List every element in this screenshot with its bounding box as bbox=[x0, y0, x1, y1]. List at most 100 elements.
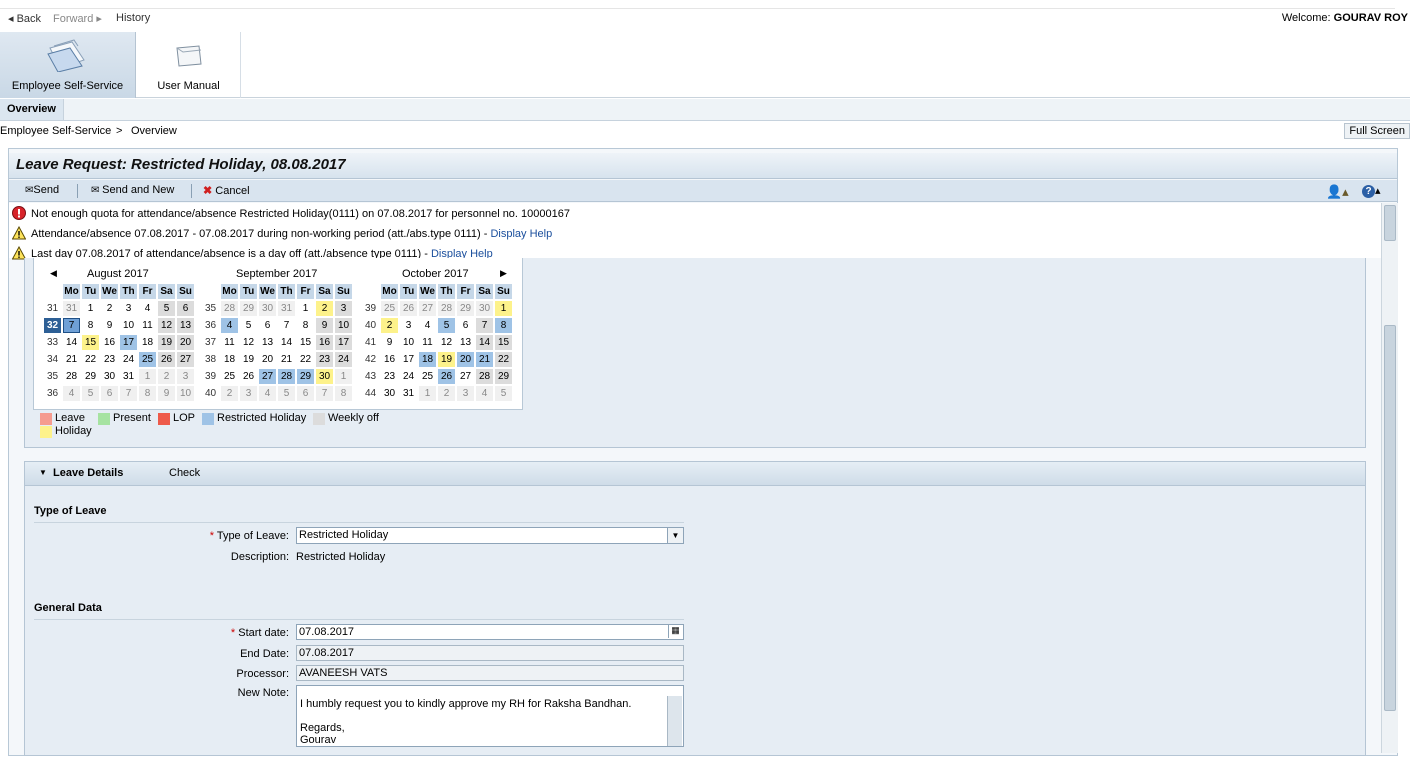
calendar-day[interactable]: 23 bbox=[381, 369, 398, 384]
calendar-day[interactable]: 25 bbox=[221, 369, 238, 384]
next-month-arrow-icon[interactable]: ▶ bbox=[500, 268, 507, 279]
calendar-day[interactable]: 26 bbox=[438, 369, 455, 384]
check-button[interactable]: Check bbox=[169, 467, 200, 479]
calendar-day[interactable]: 6 bbox=[297, 386, 314, 401]
calendar-day[interactable]: 11 bbox=[139, 318, 156, 333]
display-help-link[interactable]: Display Help bbox=[431, 248, 493, 258]
calendar-day[interactable]: 19 bbox=[158, 335, 175, 350]
tab-employee-self-service[interactable]: Employee Self-Service bbox=[0, 32, 136, 98]
calendar-day[interactable]: 21 bbox=[63, 352, 80, 367]
calendar-day[interactable]: 25 bbox=[381, 301, 398, 316]
calendar-day[interactable]: 19 bbox=[240, 352, 257, 367]
calendar-day[interactable]: 22 bbox=[495, 352, 512, 367]
full-screen-button[interactable]: Full Screen bbox=[1344, 123, 1410, 139]
calendar-day[interactable]: 2 bbox=[381, 318, 398, 333]
calendar-day[interactable]: 4 bbox=[259, 386, 276, 401]
calendar-day[interactable]: 18 bbox=[419, 352, 436, 367]
cancel-button[interactable]: ✖ Cancel bbox=[203, 184, 250, 197]
calendar-day[interactable]: 31 bbox=[120, 369, 137, 384]
calendar-day[interactable]: 31 bbox=[400, 386, 417, 401]
calendar-day[interactable]: 5 bbox=[495, 386, 512, 401]
calendar-day[interactable]: 26 bbox=[400, 301, 417, 316]
calendar-day[interactable]: 4 bbox=[419, 318, 436, 333]
calendar-day[interactable]: 6 bbox=[101, 386, 118, 401]
calendar-day[interactable]: 20 bbox=[259, 352, 276, 367]
calendar-day[interactable]: 24 bbox=[400, 369, 417, 384]
calendar-day[interactable]: 3 bbox=[240, 386, 257, 401]
calendar-day[interactable]: 14 bbox=[278, 335, 295, 350]
calendar-day[interactable]: 2 bbox=[101, 301, 118, 316]
calendar-day[interactable]: 7 bbox=[278, 318, 295, 333]
calendar-day[interactable]: 7 bbox=[63, 318, 80, 333]
send-and-new-button[interactable]: ✉ Send and New bbox=[91, 184, 174, 196]
calendar-day[interactable]: 15 bbox=[495, 335, 512, 350]
calendar-day[interactable]: 30 bbox=[476, 301, 493, 316]
calendar-day[interactable]: 8 bbox=[335, 386, 352, 401]
calendar-day[interactable]: 17 bbox=[335, 335, 352, 350]
calendar-day[interactable]: 22 bbox=[297, 352, 314, 367]
calendar-day[interactable]: 23 bbox=[316, 352, 333, 367]
calendar-day[interactable]: 15 bbox=[297, 335, 314, 350]
calendar-day[interactable]: 30 bbox=[101, 369, 118, 384]
calendar-day[interactable]: 16 bbox=[316, 335, 333, 350]
calendar-day[interactable]: 28 bbox=[278, 369, 295, 384]
vertical-scrollbar[interactable] bbox=[1381, 203, 1398, 753]
calendar-day[interactable]: 29 bbox=[495, 369, 512, 384]
calendar-day[interactable]: 11 bbox=[221, 335, 238, 350]
calendar-day[interactable]: 14 bbox=[63, 335, 80, 350]
tab-overview[interactable]: Overview bbox=[0, 99, 64, 120]
calendar-day[interactable]: 3 bbox=[400, 318, 417, 333]
calendar-day[interactable]: 5 bbox=[158, 301, 175, 316]
calendar-day[interactable]: 30 bbox=[381, 386, 398, 401]
personalize-button[interactable]: 👤▴ bbox=[1326, 184, 1349, 200]
calendar-day[interactable]: 25 bbox=[419, 369, 436, 384]
calendar-day[interactable]: 4 bbox=[63, 386, 80, 401]
calendar-day[interactable]: 23 bbox=[101, 352, 118, 367]
back-button[interactable]: ◂ Back bbox=[8, 12, 41, 25]
history-button[interactable]: History bbox=[116, 12, 150, 24]
calendar-day[interactable]: 13 bbox=[457, 335, 474, 350]
calendar-day[interactable]: 13 bbox=[177, 318, 194, 333]
calendar-day[interactable]: 16 bbox=[101, 335, 118, 350]
calendar-day[interactable]: 2 bbox=[221, 386, 238, 401]
calendar-day[interactable]: 1 bbox=[335, 369, 352, 384]
calendar-day[interactable]: 1 bbox=[139, 369, 156, 384]
calendar-day[interactable]: 3 bbox=[120, 301, 137, 316]
calendar-day[interactable]: 17 bbox=[400, 352, 417, 367]
calendar-day[interactable]: 8 bbox=[139, 386, 156, 401]
calendar-day[interactable]: 12 bbox=[438, 335, 455, 350]
calendar-day[interactable]: 28 bbox=[221, 301, 238, 316]
calendar-day[interactable]: 14 bbox=[476, 335, 493, 350]
calendar-day[interactable]: 6 bbox=[259, 318, 276, 333]
calendar-day[interactable]: 29 bbox=[297, 369, 314, 384]
calendar-day[interactable]: 7 bbox=[120, 386, 137, 401]
note-scrollbar[interactable] bbox=[667, 696, 682, 746]
send-button[interactable]: ✉Send bbox=[25, 184, 59, 196]
calendar-day[interactable]: 15 bbox=[82, 335, 99, 350]
calendar-day[interactable]: 9 bbox=[158, 386, 175, 401]
calendar-day[interactable]: 16 bbox=[381, 352, 398, 367]
calendar-day[interactable]: 17 bbox=[120, 335, 137, 350]
tab-user-manual[interactable]: User Manual bbox=[137, 32, 241, 98]
calendar-day[interactable]: 6 bbox=[177, 301, 194, 316]
prev-month-arrow-icon[interactable]: ◀ bbox=[50, 268, 57, 279]
calendar-day[interactable]: 13 bbox=[259, 335, 276, 350]
scrollbar-upper-thumb[interactable] bbox=[1384, 205, 1396, 241]
calendar-day[interactable]: 26 bbox=[158, 352, 175, 367]
calendar-day[interactable]: 1 bbox=[82, 301, 99, 316]
calendar-day[interactable]: 2 bbox=[158, 369, 175, 384]
calendar-day[interactable]: 9 bbox=[381, 335, 398, 350]
calendar-day[interactable]: 7 bbox=[316, 386, 333, 401]
calendar-day[interactable]: 27 bbox=[259, 369, 276, 384]
calendar-day[interactable]: 12 bbox=[240, 335, 257, 350]
calendar-day[interactable]: 21 bbox=[476, 352, 493, 367]
calendar-day[interactable]: 9 bbox=[101, 318, 118, 333]
calendar-day[interactable]: 4 bbox=[139, 301, 156, 316]
calendar-icon[interactable]: ▦ bbox=[668, 625, 682, 638]
calendar-day[interactable]: 5 bbox=[82, 386, 99, 401]
calendar-day[interactable]: 10 bbox=[400, 335, 417, 350]
calendar-day[interactable]: 9 bbox=[316, 318, 333, 333]
calendar-day[interactable]: 5 bbox=[240, 318, 257, 333]
calendar-day[interactable]: 29 bbox=[82, 369, 99, 384]
display-help-link[interactable]: Display Help bbox=[490, 228, 552, 240]
